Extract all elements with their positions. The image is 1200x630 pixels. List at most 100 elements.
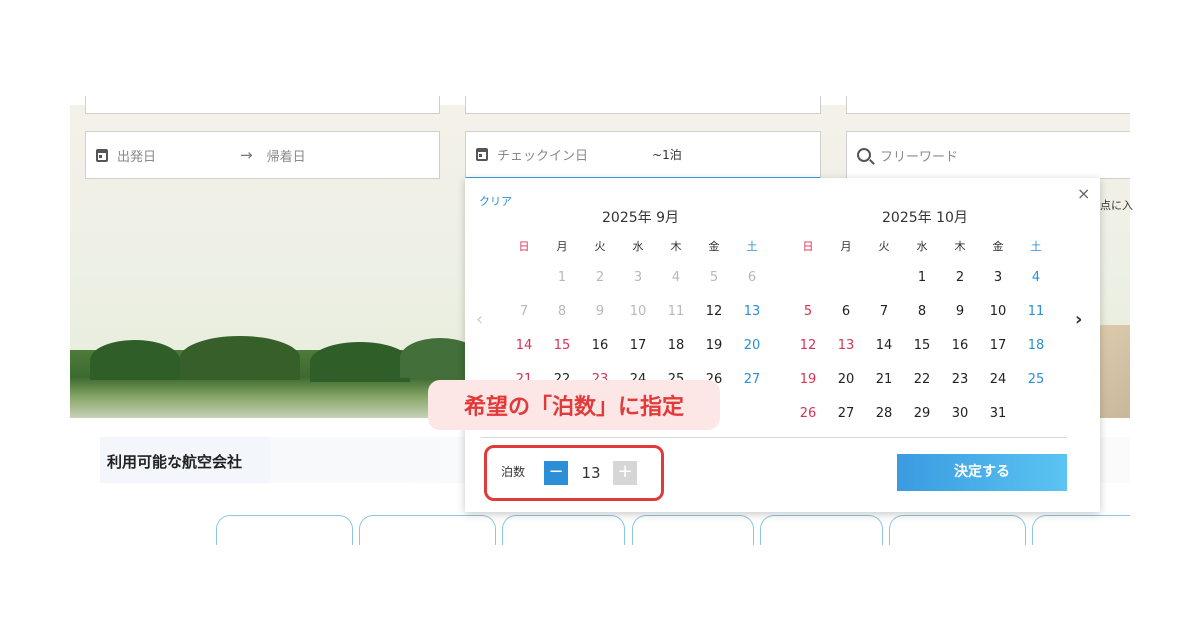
weekday-header: 土	[746, 240, 758, 253]
weekday-header: 火	[594, 240, 606, 253]
top-input-1[interactable]	[85, 96, 440, 114]
calendar-day[interactable]: 27	[827, 406, 865, 421]
divider	[481, 437, 1067, 438]
calendar-day[interactable]: 4	[1017, 270, 1055, 285]
calendar-day[interactable]: 31	[979, 406, 1017, 421]
calendar-day[interactable]: 16	[941, 338, 979, 353]
calendar-day[interactable]: 18	[1017, 338, 1055, 353]
freeword-placeholder: フリーワード	[880, 149, 959, 165]
airline-pill[interactable]	[760, 515, 883, 545]
calendar-day[interactable]: 3	[979, 270, 1017, 285]
calendar-day[interactable]: 19	[695, 338, 733, 353]
calendar-day[interactable]: 27	[733, 372, 771, 387]
weekday-header: 木	[954, 240, 966, 253]
calendar-day: 11	[667, 304, 685, 319]
calendar-day[interactable]: 14	[865, 338, 903, 353]
airlines-title: 利用可能な航空会社	[107, 453, 243, 471]
calendar-day[interactable]: 8	[903, 304, 941, 319]
calendar-day[interactable]: 20	[733, 338, 771, 353]
calendar-day[interactable]: 26	[789, 406, 827, 421]
confirm-button[interactable]: 決定する	[897, 454, 1067, 491]
calendar-day: 9	[595, 304, 605, 319]
calendar-day[interactable]: 14	[505, 338, 543, 353]
calendar-day[interactable]: 5	[789, 304, 827, 319]
calendar-day[interactable]: 29	[903, 406, 941, 421]
weekday-header: 水	[632, 240, 644, 253]
calendar-day: 1	[557, 270, 567, 285]
airline-pill[interactable]	[216, 515, 353, 545]
calendar-day: 4	[671, 270, 681, 285]
clear-link[interactable]: クリア	[479, 193, 512, 209]
annotation-text: 希望の「泊数」に指定	[463, 395, 684, 420]
weekday-header: 日	[802, 240, 814, 253]
prev-month-icon[interactable]: ‹	[476, 309, 483, 330]
calendar-day: 5	[709, 270, 719, 285]
right-note-text: 点に入	[1100, 199, 1133, 212]
weekday-header: 月	[840, 240, 852, 253]
close-icon[interactable]: ×	[1077, 184, 1090, 203]
airline-pill[interactable]	[632, 515, 754, 545]
calendar-day[interactable]: 18	[657, 338, 695, 353]
calendar-day[interactable]: 12	[789, 338, 827, 353]
departure-return-field[interactable]: 出発日 → 帰着日	[85, 131, 440, 179]
calendar-day[interactable]: 20	[827, 372, 865, 387]
calendar-day[interactable]: 21	[865, 372, 903, 387]
arrow-right-icon: →	[240, 146, 253, 164]
weekday-header: 金	[992, 240, 1004, 253]
calendar-day[interactable]: 12	[695, 304, 733, 319]
weekday-header: 木	[670, 240, 682, 253]
calendar-day[interactable]: 15	[903, 338, 941, 353]
calendar-day[interactable]: 23	[941, 372, 979, 387]
page: 出発日 → 帰着日 チェックイン日 ~1泊 フリーワード 点に入 利用可能な航空…	[0, 0, 1200, 630]
calendar-day[interactable]: 30	[941, 406, 979, 421]
calendar-day[interactable]: 17	[619, 338, 657, 353]
calendar-day[interactable]: 19	[789, 372, 827, 387]
calendar-day[interactable]: 16	[581, 338, 619, 353]
calendar-day[interactable]: 10	[979, 304, 1017, 319]
next-month-icon[interactable]: ›	[1075, 309, 1082, 330]
airline-pill[interactable]	[889, 515, 1026, 545]
weekday-header: 月	[556, 240, 568, 253]
calendar-day[interactable]: 17	[979, 338, 1017, 353]
airline-pill[interactable]	[1032, 515, 1130, 545]
calendar-icon	[476, 148, 488, 161]
freeword-field[interactable]: フリーワード	[846, 131, 1130, 179]
weekday-header: 日	[518, 240, 530, 253]
calendar-day: 7	[519, 304, 529, 319]
weekday-header: 水	[916, 240, 928, 253]
checkin-field[interactable]: チェックイン日 ~1泊	[465, 131, 821, 179]
calendar-day: 3	[633, 270, 643, 285]
calendar-day[interactable]: 13	[733, 304, 771, 319]
calendar-day[interactable]: 25	[1017, 372, 1055, 387]
return-placeholder: 帰着日	[266, 149, 306, 165]
calendar-day[interactable]: 13	[827, 338, 865, 353]
month-title-september: 2025年 9月	[602, 210, 679, 226]
calendar-day[interactable]: 11	[1017, 304, 1055, 319]
calendar-day[interactable]: 7	[865, 304, 903, 319]
search-icon	[857, 148, 871, 162]
airline-pill[interactable]	[359, 515, 496, 545]
calendar-day: 10	[629, 304, 647, 319]
calendar-day[interactable]: 2	[941, 270, 979, 285]
airline-pill[interactable]	[502, 515, 625, 545]
calendar-day: 2	[595, 270, 605, 285]
nights-hint: ~1泊	[652, 148, 682, 162]
departure-placeholder: 出発日	[117, 149, 157, 165]
calendar-icon	[96, 148, 108, 162]
calendar-day: 6	[747, 270, 757, 285]
weekday-header: 金	[708, 240, 720, 253]
calendar-day[interactable]: 28	[865, 406, 903, 421]
weekday-header: 土	[1030, 240, 1042, 253]
calendar-day[interactable]: 6	[827, 304, 865, 319]
top-input-3[interactable]	[846, 96, 1130, 114]
month-title-october: 2025年 10月	[882, 210, 968, 226]
calendar-day[interactable]: 1	[903, 270, 941, 285]
calendar-day[interactable]: 9	[941, 304, 979, 319]
top-input-2[interactable]	[465, 96, 821, 114]
annotation-highlight-box	[484, 445, 664, 501]
calendar-day[interactable]: 24	[979, 372, 1017, 387]
calendar-day[interactable]: 22	[903, 372, 941, 387]
checkin-placeholder: チェックイン日	[497, 149, 589, 164]
weekday-header: 火	[878, 240, 890, 253]
calendar-day[interactable]: 15	[543, 338, 581, 353]
